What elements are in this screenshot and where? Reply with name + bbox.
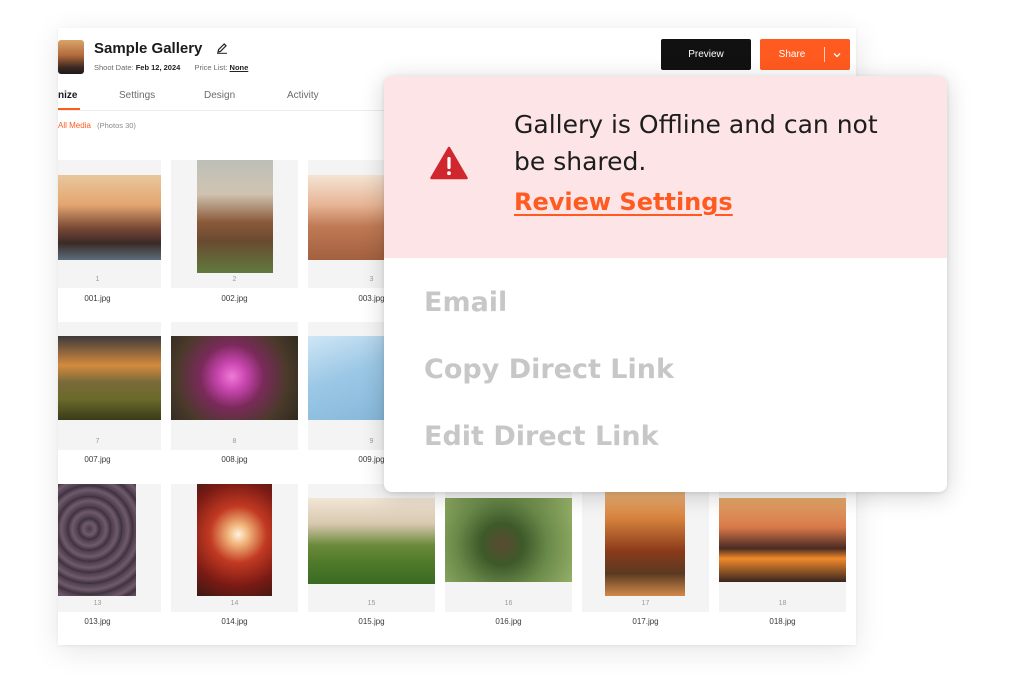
photo-filename: 008.jpg — [221, 455, 248, 464]
tab-organize[interactable]: nize — [58, 90, 77, 101]
preview-button-label: Preview — [688, 49, 724, 60]
price-list-link[interactable]: None — [230, 63, 249, 72]
photo-thumbnail — [197, 484, 272, 596]
share-button[interactable]: Share — [760, 39, 850, 70]
menu-item-email[interactable]: Email — [424, 287, 507, 318]
preview-button[interactable]: Preview — [661, 39, 751, 70]
alert-line-2: be shared. — [514, 147, 647, 176]
shoot-date-value: Feb 12, 2024 — [135, 63, 181, 72]
photo-card[interactable]: 17 — [582, 484, 709, 612]
photo-card[interactable]: 16 — [445, 484, 572, 612]
photo-number: 13 — [93, 600, 102, 607]
photo-filename: 018.jpg — [769, 617, 796, 626]
photo-card[interactable]: 7 — [58, 322, 161, 450]
pencil-edit-icon[interactable] — [216, 42, 228, 54]
photo-number: 8 — [232, 438, 237, 445]
photo-filename: 007.jpg — [84, 455, 111, 464]
offline-alert-message: Gallery is Offline and can not be shared… — [514, 106, 914, 180]
price-list-label: Price List: — [194, 63, 228, 72]
alert-line-1: Gallery is Offline and can not — [514, 110, 878, 139]
offline-alert: Gallery is Offline and can not be shared… — [384, 76, 947, 258]
photo-filename: 015.jpg — [358, 617, 385, 626]
photo-filename: 001.jpg — [84, 294, 111, 303]
tab-design[interactable]: Design — [204, 90, 235, 101]
photo-card[interactable]: 14 — [171, 484, 298, 612]
photo-number: 15 — [367, 600, 376, 607]
chevron-down-icon[interactable] — [831, 49, 843, 61]
photo-card[interactable]: 13 — [58, 484, 161, 612]
photo-thumbnail — [719, 498, 846, 582]
photo-number: 17 — [641, 600, 650, 607]
photo-card[interactable]: 15 — [308, 484, 435, 612]
active-tab-indicator — [58, 108, 80, 110]
photo-filename: 002.jpg — [221, 294, 248, 303]
photo-filename: 016.jpg — [495, 617, 522, 626]
photo-thumbnail — [58, 484, 136, 596]
shoot-date-label: Shoot Date: — [94, 63, 134, 72]
menu-item-copy-direct-link[interactable]: Copy Direct Link — [424, 354, 674, 385]
share-dropdown-panel: Gallery is Offline and can not be shared… — [384, 76, 947, 492]
share-button-divider — [824, 47, 825, 62]
gallery-cover-thumbnail[interactable] — [58, 40, 84, 74]
review-settings-link[interactable]: Review Settings — [514, 188, 733, 216]
gallery-title: Sample Gallery — [94, 40, 203, 57]
photo-number: 2 — [232, 276, 237, 283]
photo-card[interactable]: 2 — [171, 160, 298, 288]
tab-activity[interactable]: Activity — [287, 90, 319, 101]
photo-thumbnail — [605, 484, 685, 596]
photo-card[interactable]: 1 — [58, 160, 161, 288]
photo-thumbnail — [58, 336, 161, 420]
photo-thumbnail — [171, 336, 298, 420]
photo-thumbnail — [58, 175, 161, 260]
photo-number: 18 — [778, 600, 787, 607]
photo-number: 16 — [504, 600, 513, 607]
photo-card[interactable]: 8 — [171, 322, 298, 450]
share-button-label: Share — [778, 49, 806, 60]
photo-thumbnail — [308, 498, 435, 584]
photo-filename: 017.jpg — [632, 617, 659, 626]
warning-triangle-icon — [430, 146, 468, 180]
photo-number: 7 — [95, 438, 100, 445]
photo-count: (Photos 30) — [97, 121, 136, 130]
photo-thumbnail — [445, 498, 572, 582]
photo-filename: 014.jpg — [221, 617, 248, 626]
all-media-filter[interactable]: All Media — [58, 121, 91, 130]
photo-number: 14 — [230, 600, 239, 607]
photo-number: 1 — [95, 276, 100, 283]
media-filter[interactable]: All Media (Photos 30) — [58, 121, 136, 130]
photo-thumbnail — [197, 160, 273, 273]
menu-item-edit-direct-link[interactable]: Edit Direct Link — [424, 421, 659, 452]
tab-settings[interactable]: Settings — [119, 90, 155, 101]
photo-card[interactable]: 18 — [719, 484, 846, 612]
photo-filename: 013.jpg — [84, 617, 111, 626]
gallery-meta: Shoot Date: Feb 12, 2024 Price List: Non… — [94, 63, 248, 72]
